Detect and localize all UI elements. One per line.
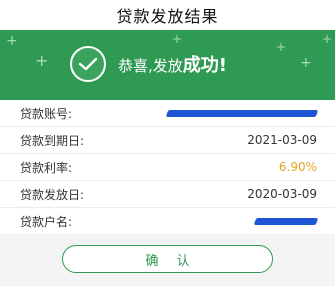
sparkle-icon: +: [6, 33, 18, 49]
detail-row-rate: 贷款利率: 6.90%: [0, 154, 335, 181]
account-label: 贷款账号:: [20, 106, 73, 121]
account-name-label: 贷款户名:: [20, 214, 73, 229]
sparkle-icon: +: [35, 51, 49, 70]
detail-row-due-date: 贷款到期日: 2021-03-09: [0, 127, 335, 154]
sparkle-icon: +: [300, 55, 312, 71]
rate-label: 贷款利率:: [20, 160, 73, 175]
success-message: 恭喜,发放成功!: [70, 44, 284, 84]
success-emphasis: 成功: [182, 55, 219, 76]
check-icon: [70, 46, 106, 82]
success-prefix: 恭喜,发放: [118, 57, 183, 75]
loan-details: 贷款账号: 贷款到期日: 2021-03-09 贷款利率: 6.90% 贷款发放…: [0, 100, 335, 234]
due-date-value: 2021-03-09: [247, 133, 317, 147]
success-text: 恭喜,发放成功!: [118, 51, 227, 77]
detail-row-account-name: 贷款户名:: [0, 208, 335, 234]
account-name-redacted: [253, 217, 319, 225]
account-redacted: [165, 109, 319, 117]
success-suffix: !: [218, 55, 227, 76]
due-date-label: 贷款到期日:: [20, 133, 85, 148]
sparkle-icon: +: [322, 32, 333, 46]
issue-date-label: 贷款发放日:: [20, 187, 85, 202]
success-banner: + + + + + + 恭喜,发放成功!: [0, 30, 335, 100]
page-title: 贷款发放结果: [0, 0, 335, 30]
detail-row-account: 贷款账号:: [0, 100, 335, 127]
detail-row-issue-date: 贷款发放日: 2020-03-09: [0, 181, 335, 208]
issue-date-value: 2020-03-09: [247, 187, 317, 201]
confirm-button[interactable]: 确认: [62, 245, 273, 273]
rate-value: 6.90%: [278, 160, 317, 174]
